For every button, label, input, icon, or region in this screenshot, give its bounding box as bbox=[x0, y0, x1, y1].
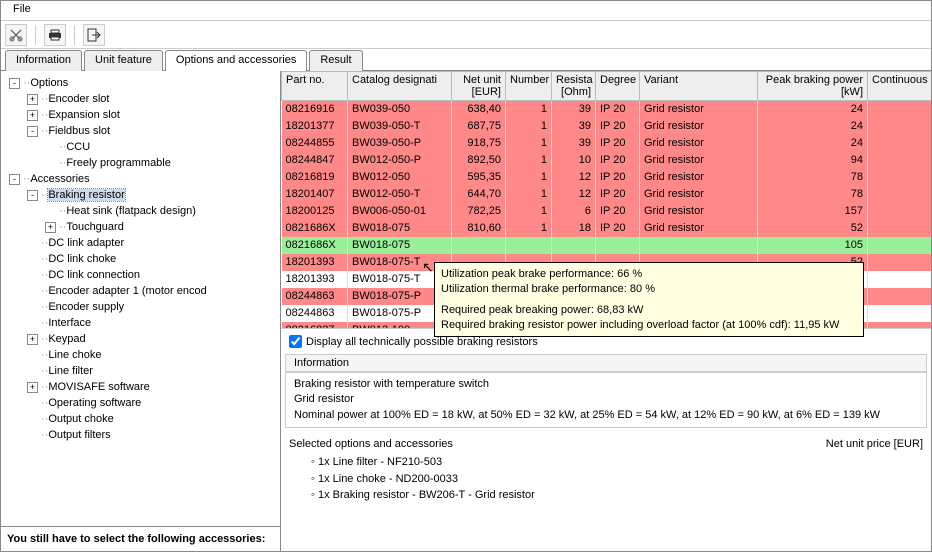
tree-item[interactable]: ·· DC link choke bbox=[5, 251, 276, 267]
col-header[interactable]: Part no. bbox=[282, 72, 348, 101]
col-header[interactable]: Number bbox=[506, 72, 552, 101]
table-row[interactable]: 18201407BW012-050-T644,70112IP 20Grid re… bbox=[282, 186, 932, 203]
tree-label: Output choke bbox=[48, 413, 113, 425]
information-header: Information bbox=[285, 354, 927, 372]
table-row[interactable]: 0821686XBW018-075810,60118IP 20Grid resi… bbox=[282, 220, 932, 237]
table-row[interactable]: 18201377BW039-050-T687,75139IP 20Grid re… bbox=[282, 118, 932, 135]
options-tree[interactable]: -·· Options+·· Encoder slot+·· Expansion… bbox=[1, 71, 280, 526]
tree-label: DC link adapter bbox=[48, 237, 124, 249]
tree-item[interactable]: ·· DC link adapter bbox=[5, 235, 276, 251]
tree-label: Fieldbus slot bbox=[48, 125, 110, 137]
col-header[interactable]: Continuous bbox=[868, 72, 932, 101]
table-row[interactable]: 08244847BW012-050-P892,50110IP 20Grid re… bbox=[282, 152, 932, 169]
expand-icon[interactable]: + bbox=[27, 334, 38, 345]
tree-label: CCU bbox=[66, 141, 90, 153]
table-row[interactable]: 08244855BW039-050-P918,75139IP 20Grid re… bbox=[282, 135, 932, 152]
tree-item[interactable]: ·· Line choke bbox=[5, 347, 276, 363]
tree-item[interactable]: +·· MOVISAFE software bbox=[5, 379, 276, 395]
tree-item[interactable]: ·· DC link connection bbox=[5, 267, 276, 283]
tree-item[interactable]: ·· Freely programmable bbox=[5, 155, 276, 171]
tree-label: Touchguard bbox=[66, 221, 124, 233]
tab-result[interactable]: Result bbox=[309, 50, 362, 71]
tree-item[interactable]: ·· CCU bbox=[5, 139, 276, 155]
tree-label: Expansion slot bbox=[48, 109, 120, 121]
tab-unit-feature[interactable]: Unit feature bbox=[84, 50, 163, 71]
tab-information[interactable]: Information bbox=[5, 50, 82, 71]
selected-acc-list: ◦ 1x Line filter - NF210-503◦ 1x Line ch… bbox=[281, 454, 931, 504]
tree-item[interactable]: -·· Accessories bbox=[5, 171, 276, 187]
tree-item[interactable]: -·· Fieldbus slot bbox=[5, 123, 276, 139]
tree-label: MOVISAFE software bbox=[48, 381, 149, 393]
tree-item[interactable]: -·· Braking resistor bbox=[5, 187, 276, 203]
net-price-header: Net unit price [EUR] bbox=[826, 438, 923, 450]
col-header[interactable]: Variant bbox=[640, 72, 758, 101]
tool-exit-icon[interactable] bbox=[83, 24, 105, 46]
menu-file[interactable]: File bbox=[7, 1, 37, 17]
tree-item[interactable]: ·· Heat sink (flatpack design) bbox=[5, 203, 276, 219]
tree-item[interactable]: -·· Options bbox=[5, 75, 276, 91]
tree-label: Interface bbox=[48, 317, 91, 329]
table-row[interactable]: 08216916BW039-050638,40139IP 20Grid resi… bbox=[282, 101, 932, 118]
expand-icon[interactable]: - bbox=[9, 174, 20, 185]
list-item: ◦ 1x Line choke - ND200-0033 bbox=[311, 471, 901, 488]
tree-label: Braking resistor bbox=[48, 189, 124, 201]
expand-icon[interactable]: + bbox=[45, 222, 56, 233]
table-row[interactable]: 08216819BW012-050595,35112IP 20Grid resi… bbox=[282, 169, 932, 186]
left-footer-note: You still have to select the following a… bbox=[1, 526, 280, 551]
expand-icon[interactable]: + bbox=[27, 382, 38, 393]
list-item: ◦ 1x Line filter - NF210-503 bbox=[311, 454, 901, 471]
tree-item[interactable]: ·· Output choke bbox=[5, 411, 276, 427]
display-all-checkbox[interactable] bbox=[289, 335, 302, 348]
col-header[interactable]: Net unit[EUR] bbox=[452, 72, 506, 101]
tree-item[interactable]: ·· Line filter bbox=[5, 363, 276, 379]
list-item: ◦ 1x Braking resistor - BW206-T - Grid r… bbox=[311, 487, 901, 504]
tree-label: DC link connection bbox=[48, 269, 140, 281]
row-tooltip: Utilization peak brake performance: 66 %… bbox=[434, 262, 864, 337]
col-header[interactable]: Peak braking power[kW] bbox=[758, 72, 868, 101]
tree-item[interactable]: +·· Expansion slot bbox=[5, 107, 276, 123]
tree-label: Keypad bbox=[48, 333, 85, 345]
tree-label: DC link choke bbox=[48, 253, 116, 265]
tree-item[interactable]: +·· Keypad bbox=[5, 331, 276, 347]
tool-print-icon[interactable] bbox=[44, 24, 66, 46]
col-header[interactable]: Catalog designati bbox=[348, 72, 452, 101]
tree-label: Line choke bbox=[48, 349, 101, 361]
expand-icon[interactable]: - bbox=[9, 78, 20, 89]
tree-item[interactable]: +·· Encoder slot bbox=[5, 91, 276, 107]
tree-label: Operating software bbox=[48, 397, 141, 409]
table-row[interactable]: 18200125BW006-050-01782,2516IP 20Grid re… bbox=[282, 203, 932, 220]
tab-options-accessories[interactable]: Options and accessories bbox=[165, 50, 307, 71]
tree-item[interactable]: ·· Encoder supply bbox=[5, 299, 276, 315]
tree-label: Encoder adapter 1 (motor encod bbox=[48, 285, 206, 297]
tree-label: Encoder slot bbox=[48, 93, 109, 105]
tool-scissors-icon[interactable] bbox=[5, 24, 27, 46]
information-body: Braking resistor with temperature switch… bbox=[285, 372, 927, 428]
tree-item[interactable]: ·· Interface bbox=[5, 315, 276, 331]
tree-item[interactable]: +·· Touchguard bbox=[5, 219, 276, 235]
tree-label: Accessories bbox=[30, 173, 89, 185]
tree-item[interactable]: ·· Operating software bbox=[5, 395, 276, 411]
expand-icon[interactable]: - bbox=[27, 126, 38, 137]
col-header[interactable]: Degree bbox=[596, 72, 640, 101]
tree-label: Output filters bbox=[48, 429, 110, 441]
tabstrip: Information Unit feature Options and acc… bbox=[1, 49, 931, 71]
tree-item[interactable]: ·· Encoder adapter 1 (motor encod bbox=[5, 283, 276, 299]
selected-acc-header: Selected options and accessories bbox=[289, 438, 453, 450]
table-row[interactable]: 0821686XBW018-075105 bbox=[282, 237, 932, 254]
tree-label: Heat sink (flatpack design) bbox=[66, 205, 196, 217]
col-header[interactable]: Resista[Ohm] bbox=[552, 72, 596, 101]
tree-label: Freely programmable bbox=[66, 157, 171, 169]
tree-label: Line filter bbox=[48, 365, 93, 377]
expand-icon[interactable]: + bbox=[27, 110, 38, 121]
tree-label: Options bbox=[30, 77, 68, 89]
tree-label: Encoder supply bbox=[48, 301, 124, 313]
tree-item[interactable]: ·· Output filters bbox=[5, 427, 276, 443]
expand-icon[interactable]: - bbox=[27, 190, 38, 201]
expand-icon[interactable]: + bbox=[27, 94, 38, 105]
